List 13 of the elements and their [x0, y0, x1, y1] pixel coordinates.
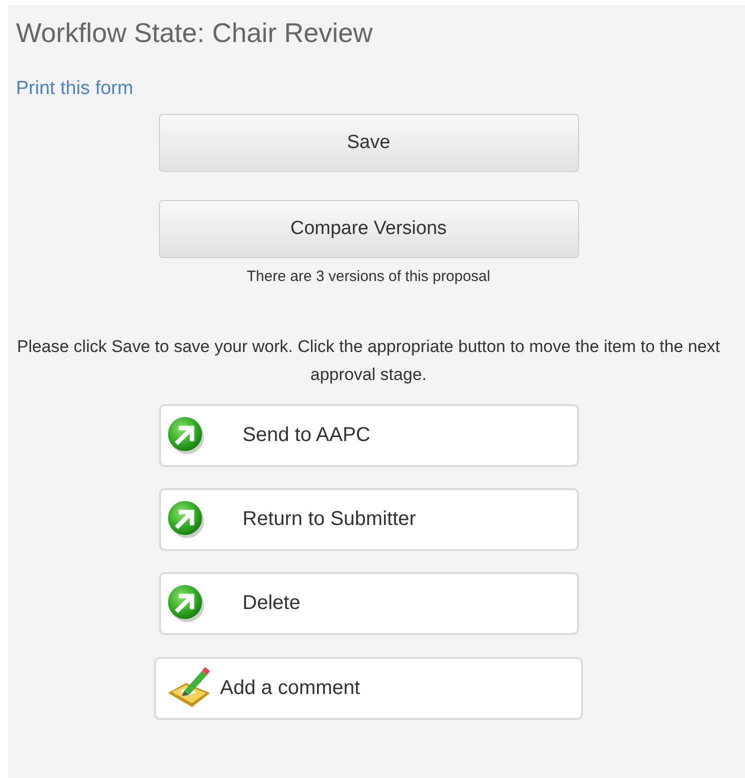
- versions-note: There are 3 versions of this proposal: [246, 267, 490, 287]
- form-button[interactable]: Compare Versions: [158, 200, 578, 258]
- comment-button[interactable]: Add a comment: [154, 656, 583, 720]
- instructions-text: Please click Save to save your work. Click the appropriate button to move the item to the next approval stage.: [16, 336, 722, 386]
- arrow-icon: [166, 583, 204, 623]
- arrow-icon: [166, 415, 204, 455]
- workflow-title: Workflow State: Chair Review: [16, 17, 374, 50]
- action-button[interactable]: Delete: [158, 572, 578, 634]
- action-button[interactable]: Return to Submitter: [158, 488, 578, 550]
- form-button[interactable]: Save: [158, 114, 578, 172]
- action-button[interactable]: Send to AAPC: [158, 404, 578, 466]
- arrow-icon: [166, 499, 204, 539]
- print-link[interactable]: Print this form: [16, 77, 134, 101]
